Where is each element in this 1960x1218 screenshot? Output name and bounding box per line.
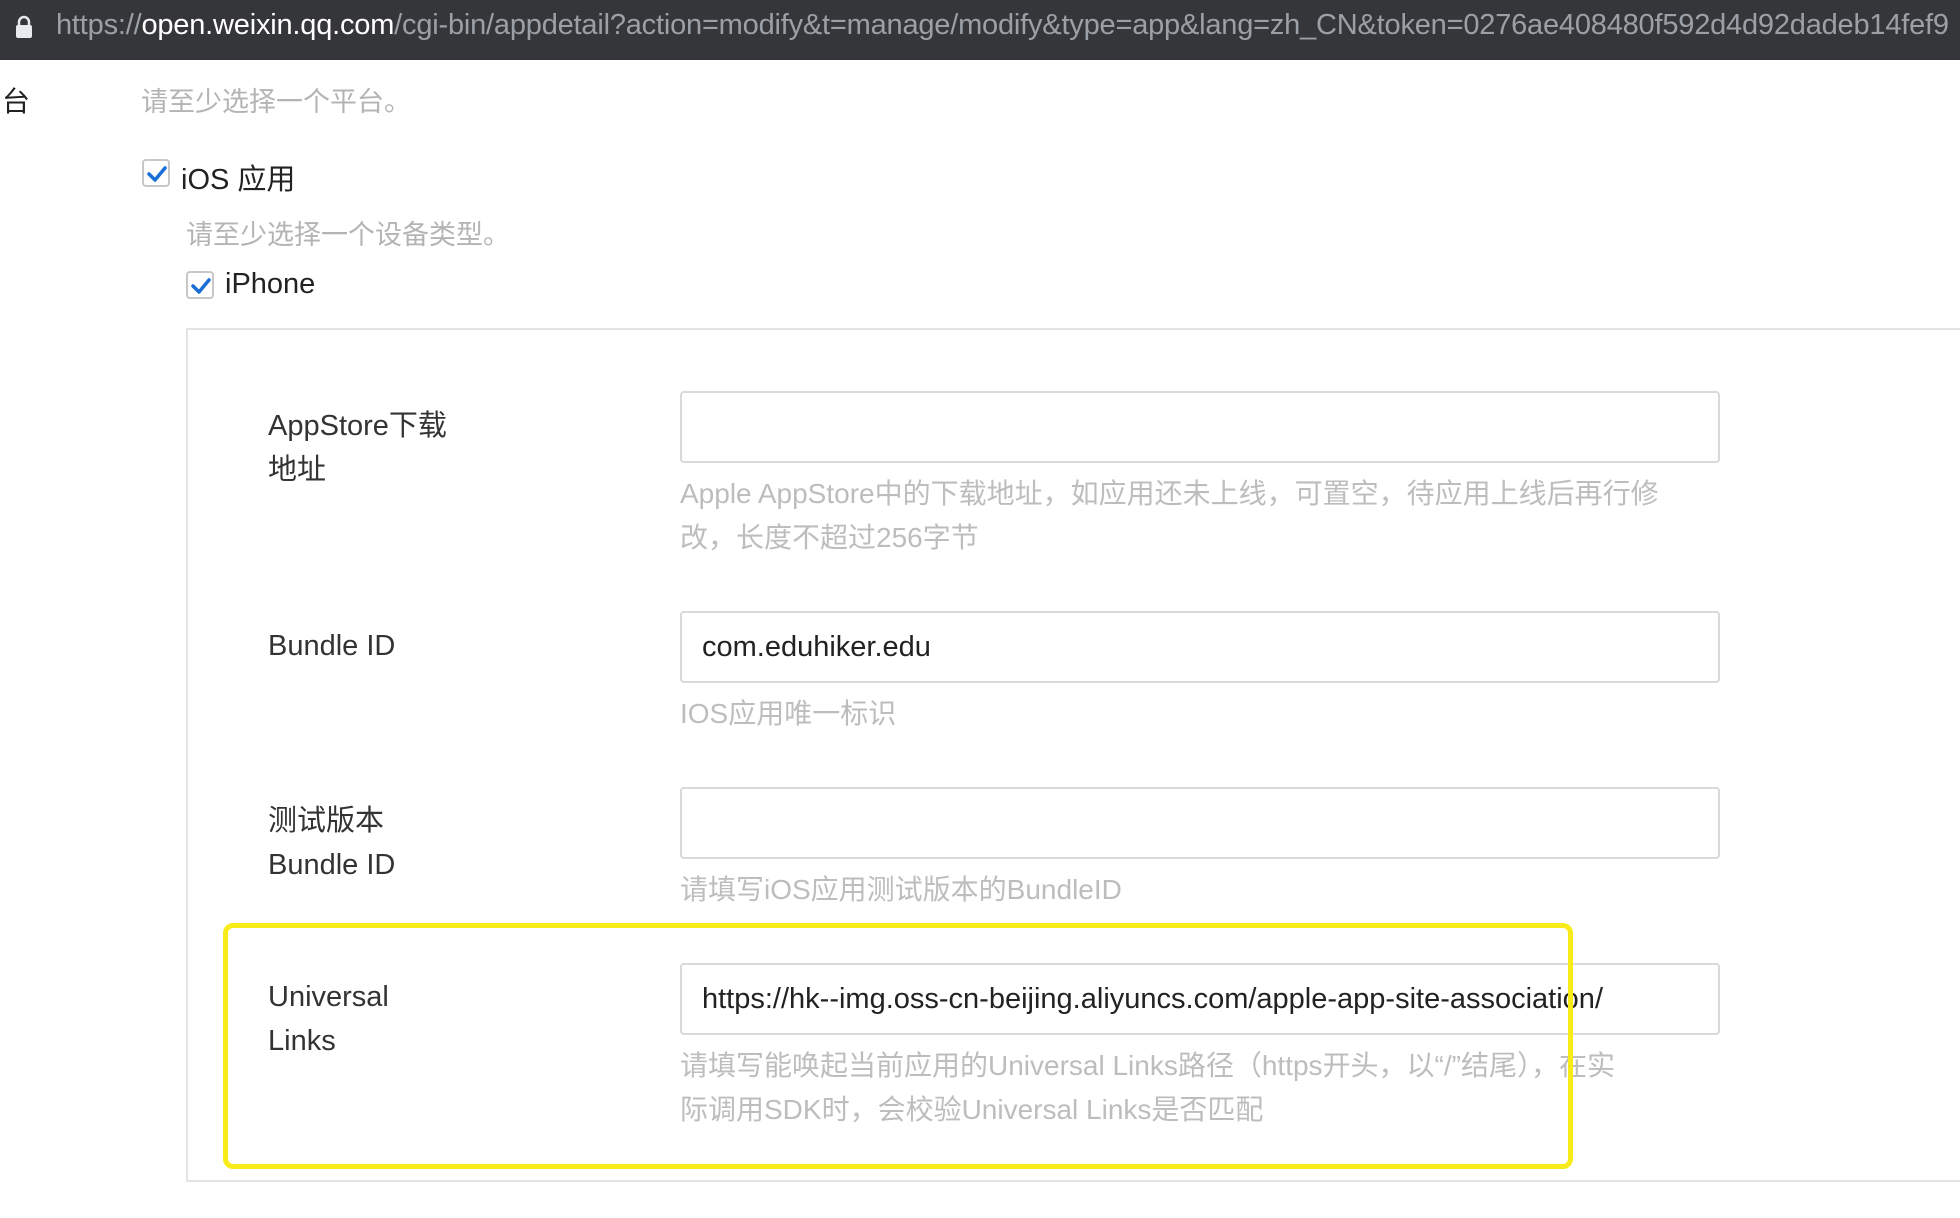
bundle-id-label: Bundle ID bbox=[268, 630, 396, 662]
url-scheme: https:// bbox=[56, 9, 142, 41]
platform-section-label: 台 bbox=[2, 86, 31, 117]
universal-links-highlight-box bbox=[223, 923, 1573, 1169]
url-text[interactable]: https://open.weixin.qq.com/cgi-bin/appde… bbox=[56, 0, 1949, 50]
test-bundle-id-label: 测试版本 Bundle ID bbox=[268, 799, 395, 887]
appstore-url-label-line1: AppStore下载 bbox=[268, 410, 447, 442]
appstore-url-input[interactable] bbox=[680, 391, 1720, 463]
url-domain: open.weixin.qq.com bbox=[141, 9, 395, 41]
test-bundle-id-label-line1: 测试版本 bbox=[268, 805, 385, 837]
lock-icon bbox=[16, 15, 32, 38]
bundle-id-input[interactable]: com.eduhiker.edu bbox=[680, 611, 1720, 683]
test-bundle-id-label-line2: Bundle ID bbox=[268, 849, 396, 881]
url-path: /cgi-bin/appdetail?action=modify&t=manag… bbox=[394, 9, 1949, 41]
appstore-url-label: AppStore下载 地址 bbox=[268, 404, 447, 492]
browser-address-bar[interactable]: https://open.weixin.qq.com/cgi-bin/appde… bbox=[0, 0, 1960, 60]
appstore-url-hint: Apple AppStore中的下载地址，如应用还未上线，可置空，待应用上线后再… bbox=[680, 472, 1720, 560]
appstore-url-hint-line1: Apple AppStore中的下载地址，如应用还未上线，可置空，待应用上线后再… bbox=[680, 478, 1659, 509]
test-bundle-id-input[interactable] bbox=[680, 787, 1720, 859]
bundle-id-hint: IOS应用唯一标识 bbox=[680, 698, 897, 729]
iphone-checkbox[interactable] bbox=[186, 271, 214, 299]
checkmark-icon bbox=[191, 278, 211, 294]
appstore-url-label-line2: 地址 bbox=[268, 454, 327, 486]
iphone-label[interactable]: iPhone bbox=[225, 268, 315, 301]
ios-app-checkbox[interactable] bbox=[142, 159, 170, 187]
platform-hint: 请至少选择一个平台。 bbox=[141, 87, 411, 117]
appstore-url-hint-line2: 改，长度不超过256字节 bbox=[680, 522, 979, 553]
ios-app-label[interactable]: iOS 应用 bbox=[181, 156, 295, 198]
test-bundle-id-hint: 请填写iOS应用测试版本的BundleID bbox=[680, 874, 1122, 905]
device-hint: 请至少选择一个设备类型。 bbox=[186, 220, 510, 250]
checkmark-icon bbox=[147, 166, 167, 182]
